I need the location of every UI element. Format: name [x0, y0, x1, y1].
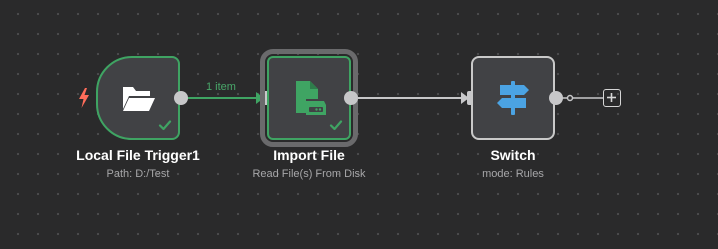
- node-title: Switch: [490, 147, 536, 163]
- signpost-icon: [497, 81, 529, 115]
- node-title: Import File: [273, 147, 345, 163]
- trigger-bolt-icon: [79, 88, 89, 108]
- node-switch[interactable]: [471, 56, 555, 140]
- add-node-button[interactable]: [603, 89, 621, 107]
- node-title: Local File Trigger1: [76, 147, 200, 163]
- output-port[interactable]: [549, 91, 563, 105]
- plus-icon: [607, 93, 616, 102]
- stub-end-dot: [566, 94, 574, 102]
- check-icon: [329, 120, 343, 131]
- output-port[interactable]: [344, 91, 358, 105]
- folder-open-icon: [123, 87, 155, 111]
- node-import-file[interactable]: [260, 49, 358, 147]
- output-port[interactable]: [174, 91, 188, 105]
- workflow-canvas[interactable]: 1 item Local File Trigger1 Path: D:/Test…: [0, 0, 718, 249]
- node-local-file-trigger[interactable]: [96, 56, 180, 140]
- node-subtitle: mode: Rules: [482, 168, 544, 180]
- file-disk-icon: [296, 81, 326, 115]
- node-subtitle: Path: D:/Test: [106, 168, 170, 180]
- check-icon: [158, 120, 172, 131]
- node-subtitle: Read File(s) From Disk: [252, 168, 366, 180]
- connection-item-count: 1 item: [206, 81, 236, 93]
